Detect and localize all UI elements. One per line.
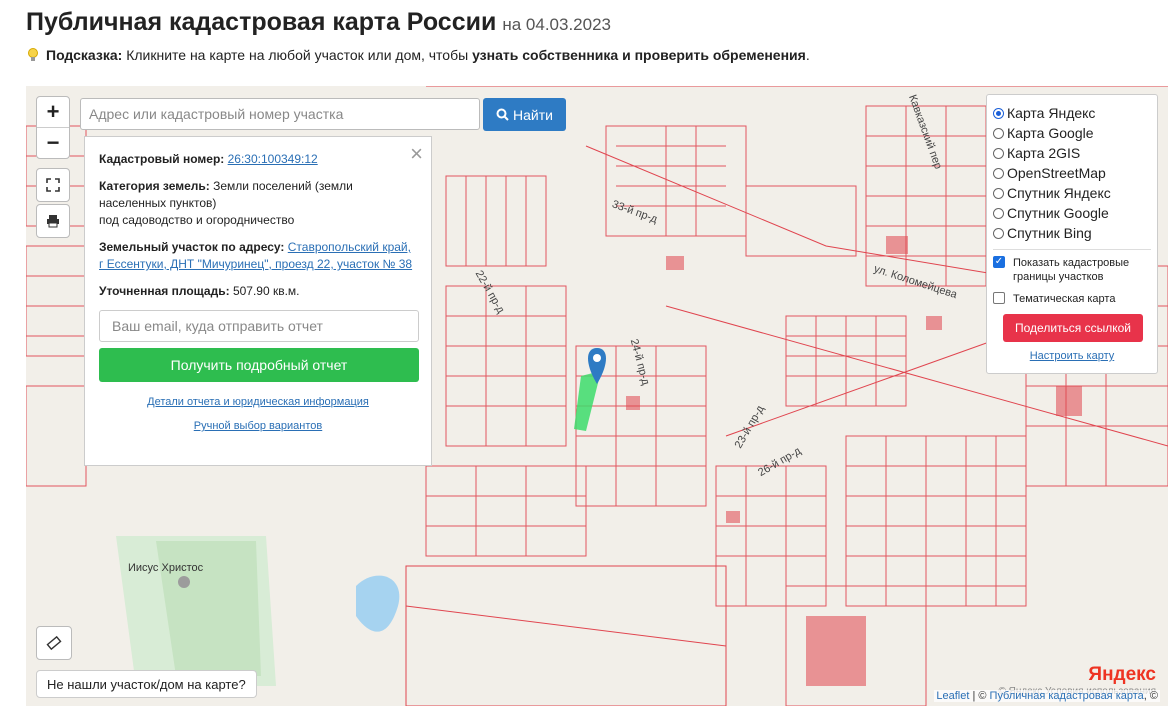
category-use: под садоводство и огородничество [99,213,295,227]
print-button[interactable] [36,204,70,238]
area-row: Уточненная площадь: 507.90 кв.м. [99,283,417,300]
fullscreen-button[interactable] [36,168,70,202]
layer-switcher: Карта Яндекс Карта Google Карта 2GIS Ope… [986,94,1158,374]
parcel-info-panel: × Кадастровый номер: 26:30:100349:12 Кат… [84,136,432,466]
thematic-label: Тематическая карта [1013,293,1116,305]
layer-option[interactable]: Карта Яндекс [993,103,1151,123]
radio[interactable] [993,187,1004,199]
checkbox[interactable] [993,292,1005,304]
checkbox-checked[interactable]: ✓ [993,256,1005,268]
cadastral-number-link[interactable]: 26:30:100349:12 [228,152,318,166]
layer-option[interactable]: OpenStreetMap [993,163,1151,183]
email-field[interactable]: Ваш email, куда отправить отчет [99,310,419,342]
hint-line: Подсказка: Кликните на карте на любой уч… [26,47,810,63]
radio[interactable] [993,207,1004,219]
layer-option-label: Карта 2GIS [1007,145,1081,161]
pkk-link[interactable]: Публичная кадастровая карта [990,690,1144,702]
hint-text: Кликните на карте на любой участок или д… [126,47,469,63]
layer-option[interactable]: Карта 2GIS [993,143,1151,163]
category-row: Категория земель: Земли поселений (земли… [99,178,417,229]
area-value: 507.90 кв.м. [232,284,300,298]
title-date: на 04.03.2023 [502,15,611,34]
category-label: Категория земель: [99,179,210,193]
thematic-toggle[interactable]: Тематическая карта [993,292,1151,306]
close-icon[interactable]: × [410,141,423,167]
not-found-button[interactable]: Не нашли участок/дом на карте? [36,670,257,698]
lightbulb-icon [28,48,38,61]
attribution-end: , © [1143,690,1158,702]
area-label: Уточненная площадь: [99,284,230,298]
layer-option[interactable]: Спутник Google [993,203,1151,223]
hint-end: . [805,47,810,63]
layer-option-label: Карта Яндекс [1007,105,1096,121]
layer-option-label: OpenStreetMap [1007,165,1106,181]
get-report-button[interactable]: Получить подробный отчет [99,348,419,382]
measure-button[interactable] [36,626,72,660]
layer-option-label: Спутник Яндекс [1007,185,1111,201]
church-label: Иисус Христос [128,562,204,574]
hint-label: Подсказка: [46,47,123,63]
radio[interactable] [993,127,1004,139]
report-details-link[interactable]: Детали отчета и юридическая информация [99,396,417,408]
address-row: Земельный участок по адресу: Ставропольс… [99,239,417,273]
email-placeholder: Ваш email, куда отправить отчет [112,318,323,334]
yandex-logo-text: Яндекс [1088,664,1156,685]
configure-map-link[interactable]: Настроить карту [993,350,1151,362]
leaflet-link[interactable]: Leaflet [936,690,969,702]
borders-label: Показать кадастровые границы участков [1013,257,1130,283]
cadastral-label: Кадастровый номер: [99,152,225,166]
search-input[interactable]: Адрес или кадастровый номер участка [80,98,480,130]
radio[interactable] [993,147,1004,159]
layer-option-label: Спутник Google [1007,205,1109,221]
printer-icon [47,215,59,228]
zoom-control: + − [36,96,70,159]
layer-option-label: Карта Google [1007,125,1094,141]
find-label: Найти [513,106,553,123]
search-placeholder: Адрес или кадастровый номер участка [89,106,344,122]
search-icon [496,108,509,121]
ruler-icon [46,635,62,651]
manual-select-link[interactable]: Ручной выбор вариантов [99,420,417,432]
expand-icon [46,178,60,192]
yandex-logo: Яндекс [1088,664,1156,686]
borders-toggle[interactable]: ✓ Показать кадастровые границы участков [993,256,1151,284]
address-label: Земельный участок по адресу: [99,240,285,254]
zoom-in-button[interactable]: + [37,97,69,127]
find-button[interactable]: Найти [483,98,566,131]
divider [993,249,1151,250]
layer-option[interactable]: Спутник Bing [993,223,1151,243]
page-title: Публичная кадастровая карта России на 04.… [26,8,611,36]
cadastral-map[interactable]: Иисус Христос ул. Коломейцева Кавказский… [26,86,1168,706]
layer-option[interactable]: Карта Google [993,123,1151,143]
page-header: Публичная кадастровая карта России на 04.… [26,8,1168,37]
layer-option[interactable]: Спутник Яндекс [993,183,1151,203]
layer-option-label: Спутник Bing [1007,225,1092,241]
map-attribution: Leaflet | © Публичная кадастровая карта,… [934,690,1160,702]
radio[interactable] [993,227,1004,239]
title-text: Публичная кадастровая карта России [26,8,497,36]
radio[interactable] [993,167,1004,179]
radio-selected[interactable] [993,107,1004,119]
cadastral-row: Кадастровый номер: 26:30:100349:12 [99,151,417,168]
zoom-out-button[interactable]: − [37,127,69,158]
attribution-sep: | © [969,690,990,702]
hint-bold: узнать собственника и проверить обремене… [472,47,806,63]
share-link-button[interactable]: Поделиться ссылкой [1003,314,1143,342]
